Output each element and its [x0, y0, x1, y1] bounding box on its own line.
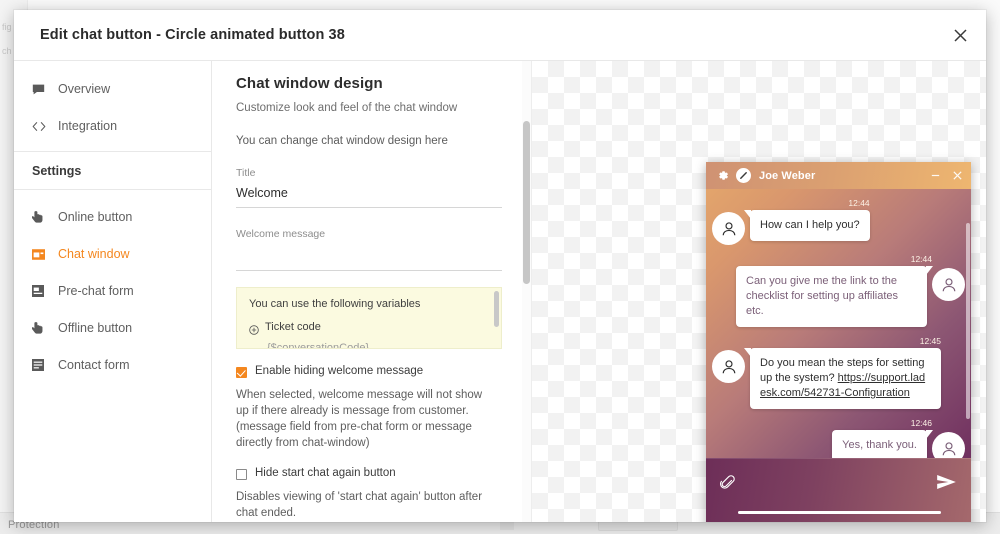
title-field-group: Title [236, 167, 505, 208]
minimize-icon[interactable] [930, 170, 941, 181]
variables-help-title: You can use the following variables [249, 298, 421, 310]
message-bubble: Can you give me the link to the checklis… [736, 266, 933, 327]
avatar [712, 212, 745, 245]
sidebar-item-pre-chat-form[interactable]: Pre-chat form [14, 277, 211, 305]
chat-window-preview-canvas: Joe Weber 12:44 How can I help you? 12:4… [532, 61, 986, 522]
close-icon[interactable] [944, 19, 976, 51]
modal-body: Overview Integration Settings Online but… [14, 61, 986, 522]
variable-code: {$conversationCode} [267, 342, 370, 349]
checkbox-row-hide-start-chat-again[interactable]: Hide start chat again button [236, 467, 505, 480]
chat-window-design-form: Chat window design Customize look and fe… [212, 61, 532, 522]
page-title: Chat window design [236, 75, 383, 92]
welcome-message-field-group: Welcome message [236, 228, 505, 271]
modal-title: Edit chat button - Circle animated butto… [40, 27, 345, 43]
sidebar-group-settings-label: Settings [14, 152, 211, 190]
edit-chat-button-modal: Edit chat button - Circle animated butto… [14, 10, 986, 522]
chat-bubble-icon [32, 83, 58, 96]
chat-message: 12:44 How can I help you? [712, 198, 965, 245]
send-icon[interactable] [937, 475, 956, 494]
message-timestamp: 12:44 [910, 254, 932, 264]
checkbox-label-hide-start-chat-again: Hide start chat again button [255, 467, 396, 479]
modal-titlebar: Edit chat button - Circle animated butto… [14, 10, 986, 61]
gear-icon[interactable] [716, 169, 729, 182]
sidebar-settings-group: Online button Chat window Pre-chat form [14, 190, 211, 379]
welcome-message-input[interactable] [236, 240, 502, 271]
chat-widget-header: Joe Weber [706, 162, 971, 189]
sidebar-item-pre-chat-form-label: Pre-chat form [58, 284, 134, 298]
cursor-hand-icon [32, 210, 58, 224]
chat-message-list: 12:44 How can I help you? 12:44 Can you … [706, 189, 971, 458]
form-scrollbar-thumb[interactable] [523, 121, 530, 284]
pencil-icon [740, 172, 747, 179]
message-bubble: Do you mean the steps for setting up the… [744, 348, 941, 409]
sidebar-item-chat-window-label: Chat window [58, 247, 130, 261]
message-bubble: Yes, thank you. [832, 430, 933, 458]
window-icon [32, 248, 58, 260]
title-field-label: Title [236, 167, 256, 179]
cursor-hand-icon [32, 321, 58, 335]
chat-composer [706, 458, 971, 522]
chat-message: 12:44 Can you give me the link to the ch… [712, 254, 965, 327]
chat-message-input[interactable] [738, 511, 941, 514]
background-ghost-text-1: fig [2, 22, 12, 32]
checkbox-hide-start-chat-again[interactable] [236, 469, 247, 480]
chat-scrollbar-thumb[interactable] [966, 223, 970, 419]
sidebar-item-offline-button[interactable]: Offline button [14, 314, 211, 342]
avatar [932, 268, 965, 301]
sidebar-item-online-button[interactable]: Online button [14, 203, 211, 231]
sidebar-item-overview[interactable]: Overview [14, 75, 211, 103]
checkbox-enable-hiding-welcome-message[interactable] [236, 367, 247, 378]
background-ghost-text-2: ch [2, 46, 12, 56]
agent-badge-avatar [736, 168, 751, 183]
variable-name: Ticket code [265, 321, 321, 333]
sidebar-item-chat-window[interactable]: Chat window [14, 240, 211, 268]
checkbox-description-hide-start-chat-again: Disables viewing of 'start chat again' b… [236, 491, 483, 519]
chat-message: 12:45 Do you mean the steps for setting … [712, 336, 965, 409]
form-scrollbar-track[interactable] [522, 61, 531, 522]
variable-item[interactable]: Ticket code [249, 321, 489, 340]
avatar [712, 350, 745, 383]
message-timestamp: 12:45 [919, 336, 941, 346]
sidebar-item-offline-button-label: Offline button [58, 321, 133, 335]
message-bubble: How can I help you? [744, 210, 870, 241]
sidebar-item-overview-label: Overview [58, 82, 111, 96]
welcome-message-field-label: Welcome message [236, 228, 326, 240]
message-timestamp: 12:44 [848, 198, 870, 208]
paperclip-icon[interactable] [720, 475, 735, 496]
close-icon[interactable] [952, 170, 963, 181]
checkbox-row-enable-hiding-welcome-message[interactable]: Enable hiding welcome message [236, 365, 505, 378]
page-subtitle: Customize look and feel of the chat wind… [236, 102, 458, 114]
avatar [932, 432, 965, 458]
form-icon [32, 285, 58, 297]
chat-widget-preview: Joe Weber 12:44 How can I help you? 12:4… [706, 162, 971, 522]
sidebar-item-online-button-label: Online button [58, 210, 133, 224]
variables-help-box: You can use the following variables Tick… [236, 287, 502, 349]
sidebar: Overview Integration Settings Online but… [14, 61, 212, 522]
message-timestamp: 12:46 [910, 418, 932, 428]
checkbox-label-enable-hiding-welcome-message: Enable hiding welcome message [255, 365, 424, 377]
title-input[interactable] [236, 179, 502, 208]
form-lines-icon [32, 359, 58, 371]
variables-box-scrollbar[interactable] [494, 291, 499, 327]
sidebar-item-contact-form[interactable]: Contact form [14, 351, 211, 379]
plus-circle-icon [249, 322, 259, 340]
sidebar-item-integration-label: Integration [58, 119, 118, 133]
sidebar-item-contact-form-label: Contact form [58, 358, 130, 372]
code-brackets-icon [32, 121, 58, 132]
sidebar-item-integration[interactable]: Integration [14, 112, 211, 140]
chat-message: 12:46 Yes, thank you. [712, 418, 965, 458]
checkbox-description-enable-hiding-welcome-message: When selected, welcome message will not … [236, 389, 483, 449]
form-hint: You can change chat window design here [236, 135, 448, 147]
chat-agent-name: Joe Weber [759, 169, 816, 182]
